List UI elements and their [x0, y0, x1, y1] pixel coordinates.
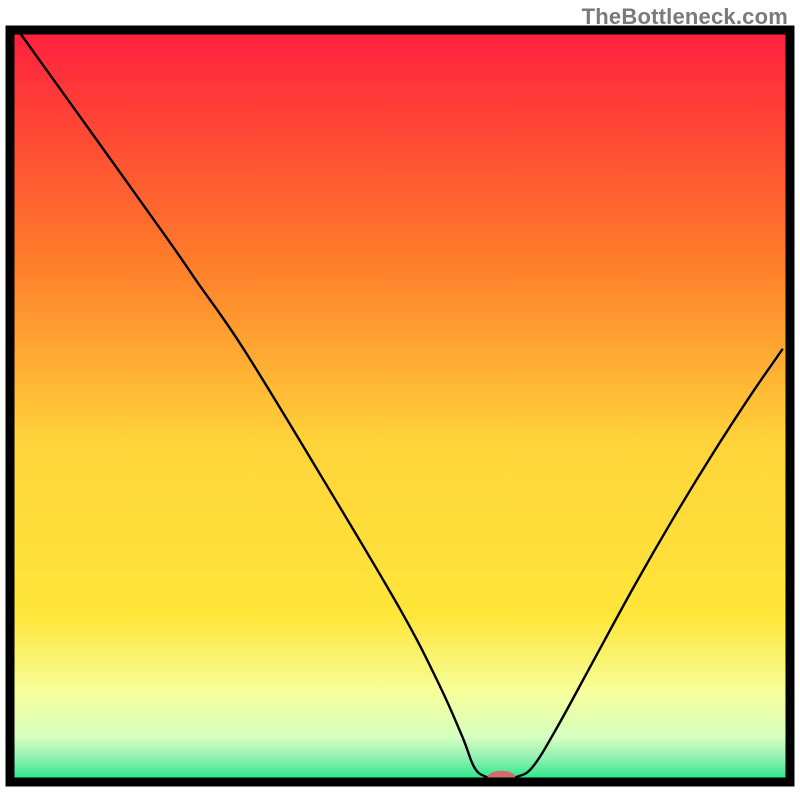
- bottleneck-chart: TheBottleneck.com: [0, 0, 800, 800]
- chart-canvas: [0, 0, 800, 800]
- attribution-text: TheBottleneck.com: [582, 4, 788, 30]
- gradient-background: [10, 30, 790, 782]
